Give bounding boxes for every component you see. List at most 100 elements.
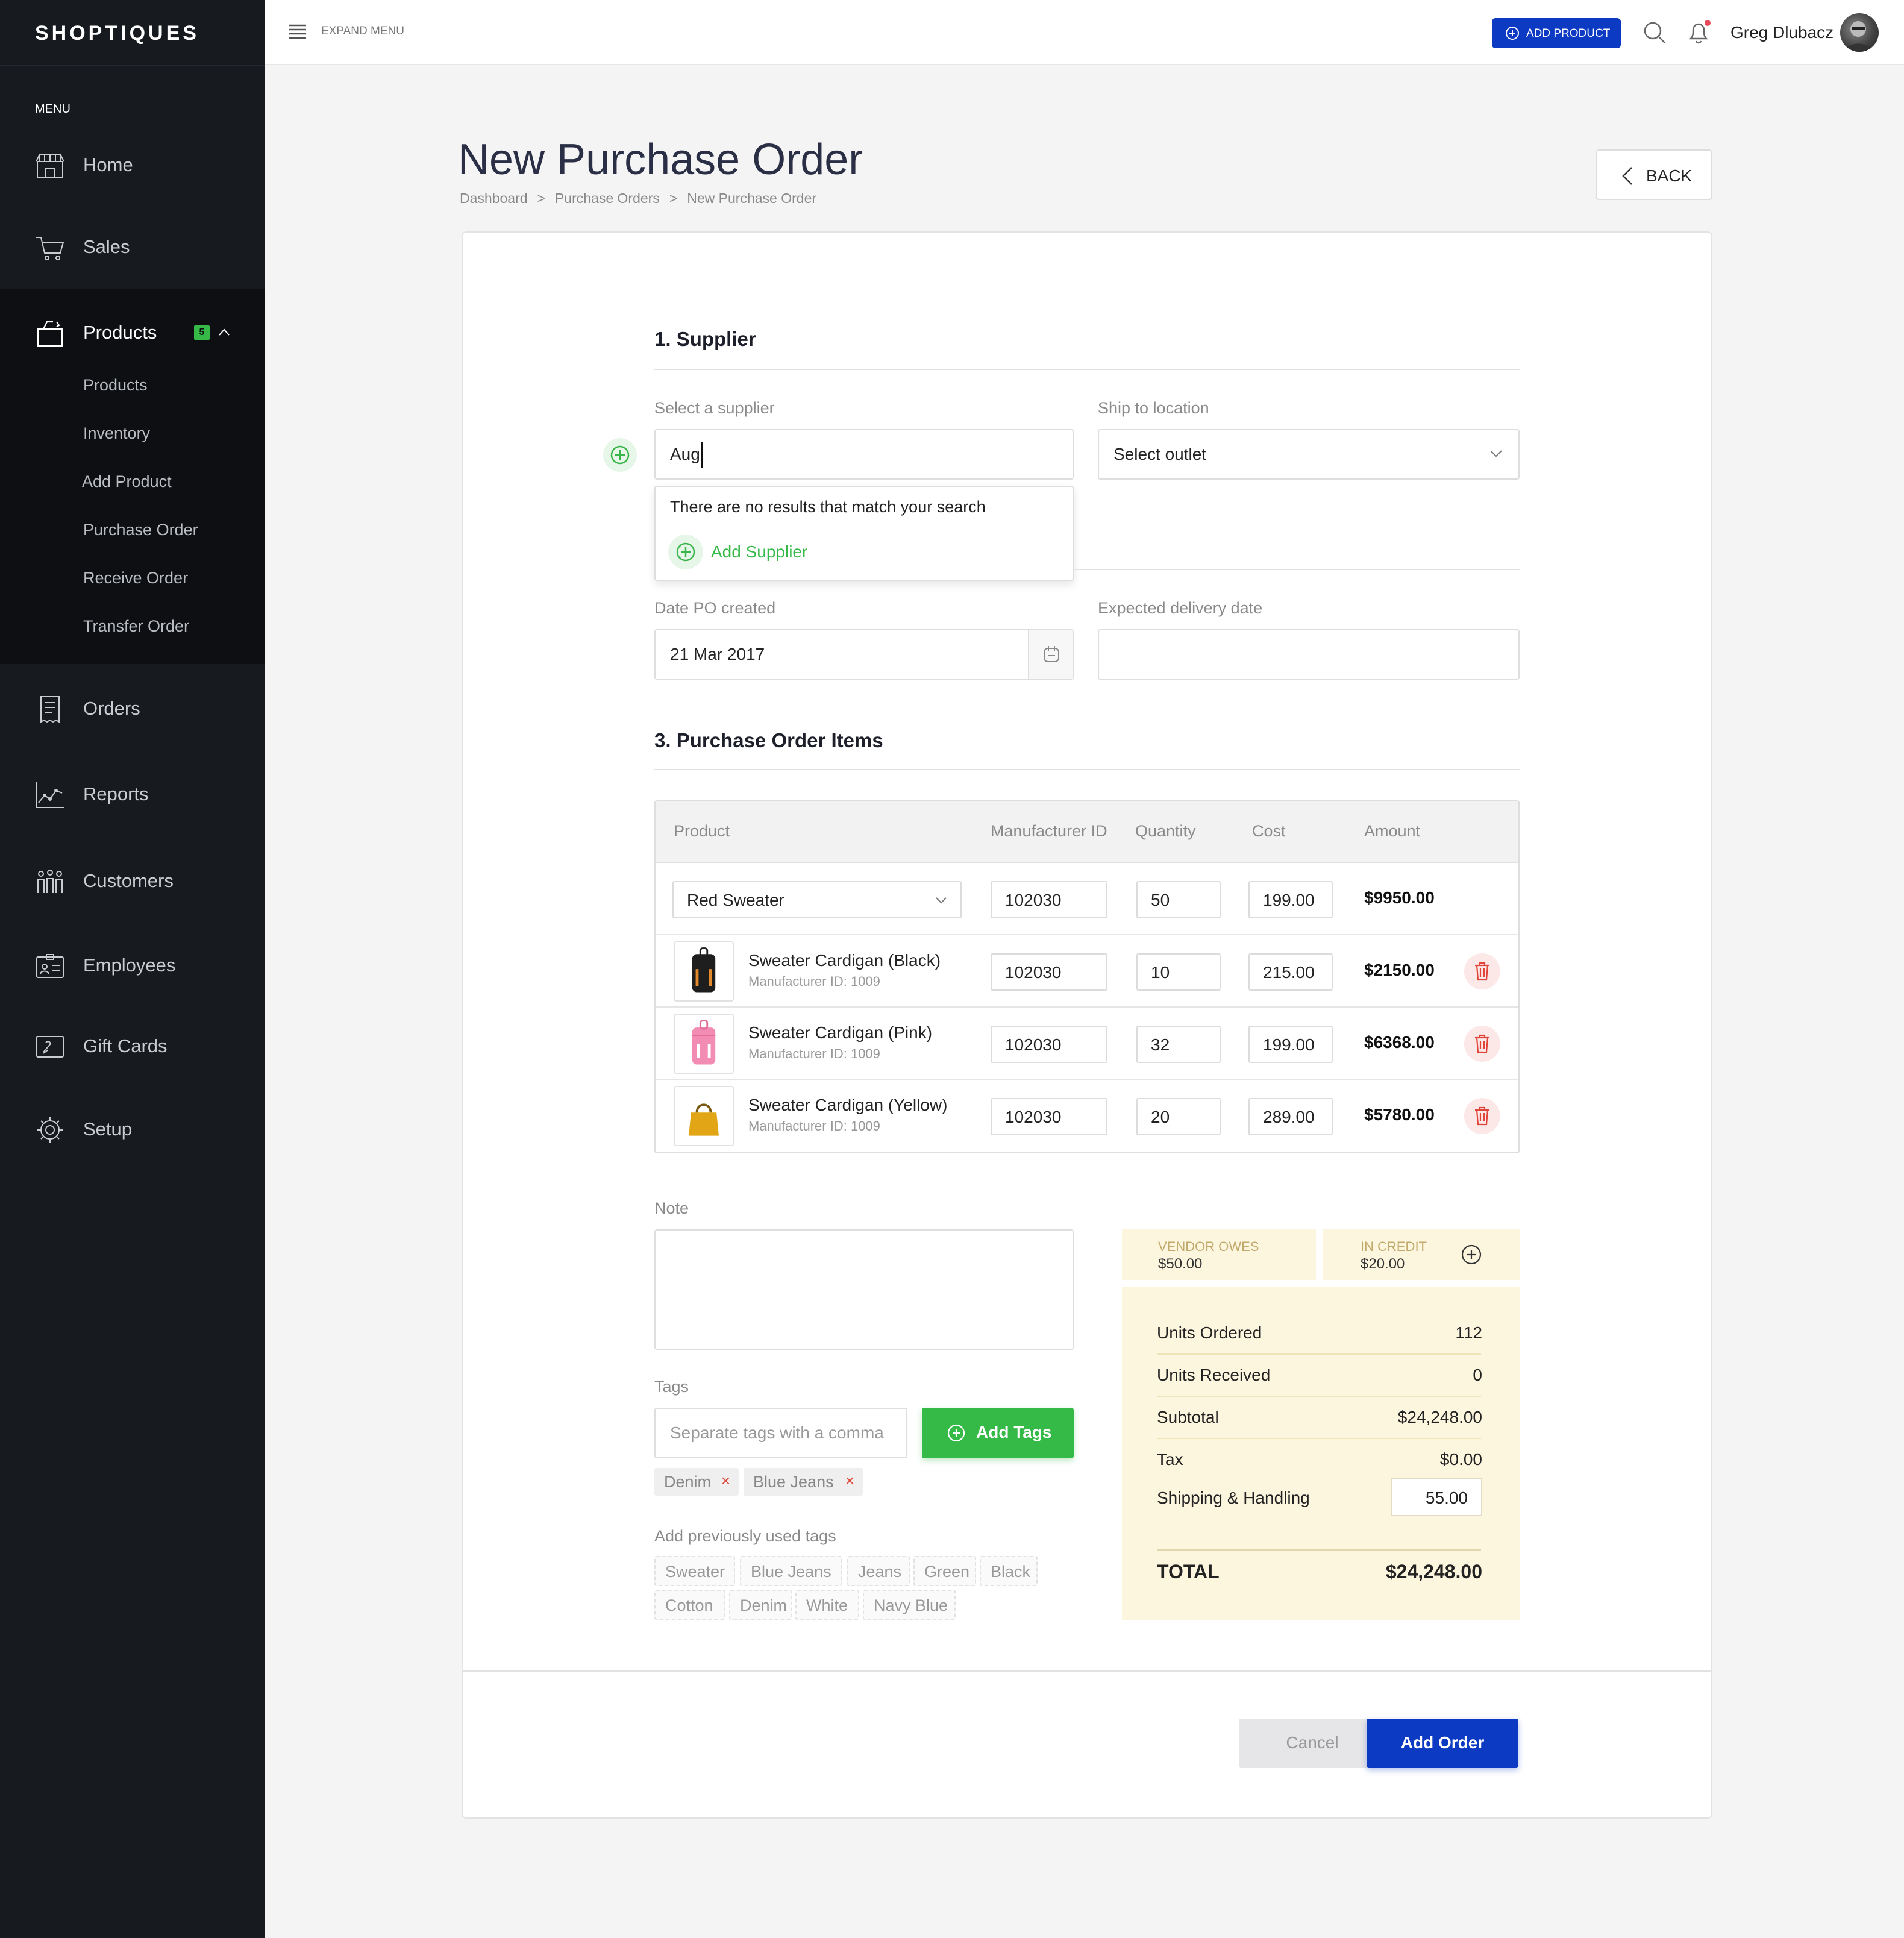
cart-icon: [36, 237, 64, 260]
sidebar-item-customers[interactable]: Customers: [0, 855, 265, 909]
ship-location-label: Ship to location: [1098, 399, 1209, 417]
subnav-receive-order[interactable]: Receive Order: [83, 569, 188, 588]
add-order-button[interactable]: Add Order: [1367, 1719, 1518, 1768]
sidebar-item-sales[interactable]: Sales: [0, 221, 265, 275]
sidebar-item-products[interactable]: Products: [0, 306, 265, 360]
tags-label: Tags: [654, 1378, 689, 1396]
back-button[interactable]: BACK: [1596, 149, 1712, 200]
previous-tag[interactable]: White: [795, 1590, 859, 1620]
sidebar-item-gift-cards[interactable]: Gift Cards: [0, 1020, 265, 1074]
quantity-value: 32: [1151, 1035, 1170, 1054]
quantity-value: 50: [1151, 891, 1170, 909]
breadcrumb-dashboard[interactable]: Dashboard: [460, 190, 528, 206]
cost-input[interactable]: 289.00: [1248, 1098, 1333, 1135]
product-name: Sweater Cardigan (Pink): [748, 1023, 933, 1042]
quantity-input[interactable]: 50: [1136, 881, 1221, 918]
delete-row-button[interactable]: [1464, 953, 1500, 989]
table-row: Sweater Cardigan (Black) Manufacturer ID…: [656, 935, 1518, 1008]
previous-tag[interactable]: Sweater: [654, 1556, 735, 1586]
table-row: Sweater Cardigan (Yellow) Manufacturer I…: [656, 1080, 1518, 1152]
quantity-input[interactable]: 10: [1136, 953, 1221, 991]
expected-date-label: Expected delivery date: [1098, 599, 1263, 617]
cost-input[interactable]: 199.00: [1248, 881, 1333, 918]
subnav-inventory[interactable]: Inventory: [83, 424, 150, 443]
add-tags-button[interactable]: Add Tags: [922, 1408, 1074, 1458]
avatar-face-icon: [1844, 21, 1874, 52]
sidebar-item-label: Products: [83, 322, 157, 343]
supplier-search-input[interactable]: Aug: [654, 429, 1074, 480]
breadcrumb-purchase-orders[interactable]: Purchase Orders: [555, 190, 660, 206]
receipt-icon: [40, 696, 60, 723]
amount-value: $2150.00: [1364, 961, 1435, 979]
total-label: TOTAL: [1157, 1561, 1220, 1582]
section-divider: [654, 769, 1520, 770]
ship-location-select[interactable]: Select outlet: [1098, 429, 1520, 480]
sidebar-item-reports[interactable]: Reports: [0, 768, 265, 822]
expand-menu-link[interactable]: EXPAND MENU: [321, 25, 404, 38]
previous-tag[interactable]: Navy Blue: [863, 1590, 956, 1620]
avatar[interactable]: [1840, 13, 1879, 52]
product-manufacturer-meta: Manufacturer ID: 1009: [748, 974, 880, 989]
sidebar-item-employees[interactable]: Employees: [0, 939, 265, 993]
manufacturer-id-input[interactable]: 102030: [991, 953, 1107, 991]
remove-tag-icon[interactable]: ×: [721, 1472, 730, 1490]
product-select[interactable]: Red Sweater: [672, 881, 962, 918]
previous-tag[interactable]: Blue Jeans: [740, 1556, 842, 1586]
delete-row-button[interactable]: [1464, 1098, 1500, 1134]
sidebar-item-orders[interactable]: Orders: [0, 682, 265, 736]
section-divider: [1074, 569, 1520, 570]
tags-input[interactable]: Separate tags with a comma: [654, 1408, 907, 1458]
cost-input[interactable]: 199.00: [1248, 1026, 1333, 1063]
subnav-purchase-order[interactable]: Purchase Order: [83, 521, 198, 539]
previous-tag-label: White: [806, 1596, 848, 1614]
add-supplier-plus-icon[interactable]: [603, 437, 637, 472]
previous-tag[interactable]: Jeans: [847, 1556, 910, 1586]
add-supplier-option[interactable]: Add Supplier: [668, 534, 848, 570]
previous-tag[interactable]: Cotton: [654, 1590, 725, 1620]
delete-row-button[interactable]: [1464, 1026, 1500, 1062]
expected-date-input[interactable]: [1098, 629, 1520, 680]
previous-tag[interactable]: Green: [913, 1556, 976, 1586]
manufacturer-id-input[interactable]: 102030: [991, 1098, 1107, 1135]
sidebar-item-label: Sales: [83, 236, 130, 257]
trash-icon: [1475, 962, 1489, 981]
subnav-products[interactable]: Products: [83, 376, 148, 395]
sidebar-item-home[interactable]: Home: [0, 139, 265, 193]
user-name[interactable]: Greg Dlubacz: [1730, 23, 1834, 42]
date-created-input[interactable]: 21 Mar 2017: [654, 629, 1074, 680]
section-title-items: 3. Purchase Order Items: [654, 729, 883, 751]
subnav-transfer-order[interactable]: Transfer Order: [83, 617, 189, 636]
remove-tag-icon[interactable]: ×: [845, 1472, 854, 1490]
text-cursor: [701, 442, 703, 468]
cost-input[interactable]: 215.00: [1248, 953, 1333, 991]
note-textarea[interactable]: [654, 1229, 1074, 1350]
shipping-input[interactable]: 55.00: [1391, 1478, 1482, 1516]
shipping-value: 55.00: [1425, 1488, 1468, 1507]
add-credit-plus-icon[interactable]: [1461, 1244, 1482, 1265]
cancel-button[interactable]: Cancel: [1239, 1719, 1386, 1768]
manufacturer-id-value: 102030: [1005, 891, 1062, 909]
hamburger-menu-icon[interactable]: [288, 23, 307, 40]
column-header-manufacturer-id: Manufacturer ID: [991, 822, 1107, 840]
quantity-input[interactable]: 32: [1136, 1026, 1221, 1063]
breadcrumb: Dashboard > Purchase Orders > New Purchase O…: [460, 190, 816, 207]
sidebar-item-setup[interactable]: Setup: [0, 1103, 265, 1157]
previous-tag[interactable]: Denim: [729, 1590, 792, 1620]
brand-logo[interactable]: SHOPTIQUES: [35, 22, 199, 45]
manufacturer-id-input[interactable]: 102030: [991, 1026, 1107, 1063]
search-icon[interactable]: [1643, 20, 1667, 45]
quantity-input[interactable]: 20: [1136, 1098, 1221, 1135]
manufacturer-id-input[interactable]: 102030: [991, 881, 1107, 918]
chevron-up-icon[interactable]: [218, 328, 230, 336]
previous-tag-label: Cotton: [665, 1596, 713, 1614]
total-divider: [1157, 1549, 1481, 1551]
supplier-dropdown-popup: There are no results that match your sea…: [654, 486, 1074, 581]
subnav-add-product[interactable]: Add Product: [82, 472, 172, 491]
cost-value: 289.00: [1263, 1108, 1315, 1126]
calendar-button[interactable]: [1028, 630, 1073, 679]
products-count-badge: 5: [194, 325, 210, 340]
previous-tag[interactable]: Black: [980, 1556, 1038, 1586]
previous-tag-label: Sweater: [665, 1563, 725, 1581]
add-product-button[interactable]: ADD PRODUCT: [1492, 18, 1621, 48]
bell-icon[interactable]: [1686, 18, 1712, 46]
